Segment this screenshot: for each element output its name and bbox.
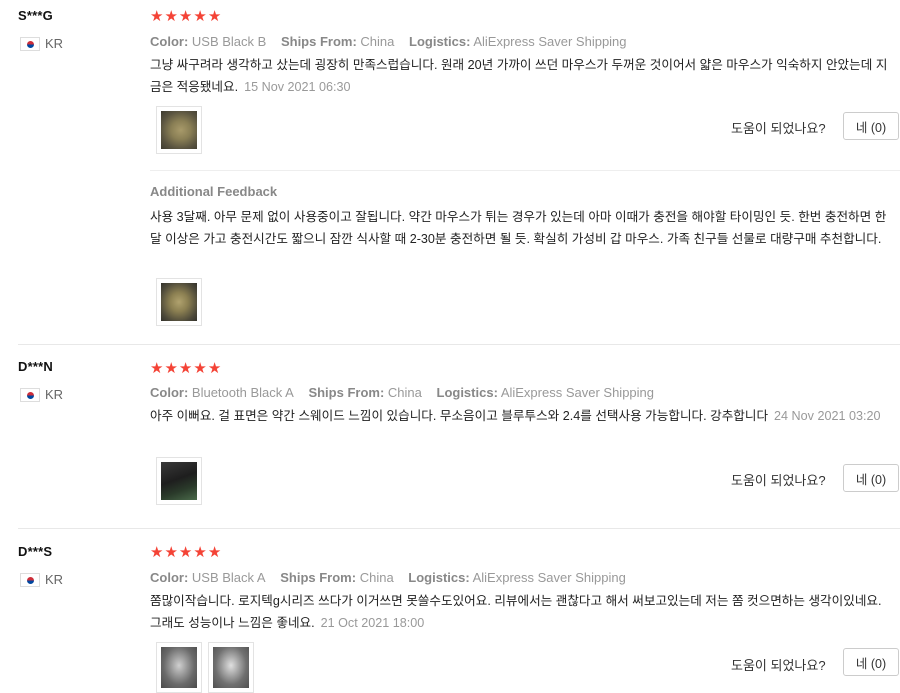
- review-divider: [18, 344, 900, 345]
- additional-feedback-label: Additional Feedback: [150, 184, 278, 199]
- star-icon: ★: [164, 544, 178, 561]
- star-icon: ★: [178, 8, 193, 25]
- star-icon: ★: [150, 360, 164, 377]
- star-rating: ★ ★ ★ ★ ★: [150, 9, 221, 24]
- review-photo-thumbnail[interactable]: [156, 457, 202, 505]
- ships-from-key: Ships From:: [308, 385, 385, 400]
- country-code: KR: [45, 36, 64, 51]
- reviewer-country: KR: [20, 36, 63, 51]
- helpful-question: 도움이 되었나요?: [731, 121, 826, 136]
- color-value: USB Black A: [191, 570, 266, 585]
- helpful-yes-button[interactable]: 네 (0): [843, 648, 899, 676]
- review-meta: Color: USB Black B Ships From: China Log…: [150, 34, 638, 49]
- logistics-key: Logistics:: [408, 570, 470, 585]
- korea-flag-icon: [20, 36, 40, 51]
- color-key: Color:: [150, 385, 189, 400]
- star-icon: ★: [193, 8, 207, 25]
- color-value: Bluetooth Black A: [191, 385, 294, 400]
- review-photo-thumbnail[interactable]: [156, 642, 202, 693]
- review-date: 24 Nov 2021 03:20: [774, 409, 881, 423]
- review-photo-thumbnail[interactable]: [156, 106, 202, 154]
- helpful-question: 도움이 되었나요?: [731, 473, 826, 488]
- review-body: 쫌많이작습니다. 로지텍g시리즈 쓰다가 이거쓰면 못쓸수도있어요. 리뷰에서는…: [150, 594, 882, 630]
- star-icon: ★: [207, 360, 222, 377]
- star-icon: ★: [150, 544, 164, 561]
- helpful-question: 도움이 되었나요?: [731, 658, 826, 673]
- logistics-value: AliExpress Saver Shipping: [472, 570, 626, 585]
- korea-flag-icon: [20, 572, 40, 587]
- star-icon: ★: [178, 544, 193, 561]
- review-body: 아주 이뻐요. 걸 표면은 약간 스웨이드 느낌이 있습니다. 무소음이고 블루…: [150, 409, 769, 423]
- review-text: 그냥 싸구려라 생각하고 샀는데 굉장히 만족스럽습니다. 원래 20년 가까이…: [150, 54, 890, 98]
- star-icon: ★: [207, 544, 222, 561]
- logistics-value: AliExpress Saver Shipping: [473, 34, 627, 49]
- star-icon: ★: [193, 544, 207, 561]
- review-photo-thumbnail[interactable]: [156, 278, 202, 326]
- star-icon: ★: [193, 360, 207, 377]
- review-date: 15 Nov 2021 06:30: [244, 80, 351, 94]
- logistics-key: Logistics:: [436, 385, 498, 400]
- reviewer-name: D***S: [18, 544, 53, 559]
- star-icon: ★: [164, 8, 178, 25]
- review-meta: Color: Bluetooth Black A Ships From: Chi…: [150, 385, 665, 400]
- ships-from-key: Ships From:: [280, 570, 357, 585]
- star-rating: ★ ★ ★ ★ ★: [150, 361, 221, 376]
- helpful-yes-button[interactable]: 네 (0): [843, 464, 899, 492]
- star-icon: ★: [164, 360, 178, 377]
- reviewer-country: KR: [20, 572, 63, 587]
- ships-from-value: China: [360, 34, 395, 49]
- additional-feedback-text: 사용 3달째. 아무 문제 없이 사용중이고 잘됩니다. 약간 마우스가 튀는 …: [150, 210, 887, 246]
- color-key: Color:: [150, 34, 189, 49]
- feedback-divider: [150, 170, 900, 171]
- korea-flag-icon: [20, 387, 40, 402]
- color-value: USB Black B: [191, 34, 267, 49]
- ships-from-value: China: [359, 570, 394, 585]
- review-text: 쫌많이작습니다. 로지텍g시리즈 쓰다가 이거쓰면 못쓸수도있어요. 리뷰에서는…: [150, 590, 890, 634]
- color-key: Color:: [150, 570, 189, 585]
- star-icon: ★: [178, 360, 193, 377]
- country-code: KR: [45, 387, 64, 402]
- star-icon: ★: [207, 8, 222, 25]
- star-rating: ★ ★ ★ ★ ★: [150, 545, 221, 560]
- star-icon: ★: [150, 8, 164, 25]
- ships-from-value: China: [387, 385, 422, 400]
- review-date: 21 Oct 2021 18:00: [320, 616, 425, 630]
- reviewer-name: D***N: [18, 359, 53, 374]
- ships-from-key: Ships From:: [280, 34, 357, 49]
- reviewer-country: KR: [20, 387, 63, 402]
- reviewer-name: S***G: [18, 8, 53, 23]
- review-text: 아주 이뻐요. 걸 표면은 약간 스웨이드 느낌이 있습니다. 무소음이고 블루…: [150, 405, 890, 427]
- review-meta: Color: USB Black A Ships From: China Log…: [150, 570, 637, 585]
- country-code: KR: [45, 572, 64, 587]
- logistics-key: Logistics:: [409, 34, 471, 49]
- helpful-yes-button[interactable]: 네 (0): [843, 112, 899, 140]
- review-photo-thumbnail[interactable]: [208, 642, 254, 693]
- review-divider: [18, 528, 900, 529]
- logistics-value: AliExpress Saver Shipping: [500, 385, 655, 400]
